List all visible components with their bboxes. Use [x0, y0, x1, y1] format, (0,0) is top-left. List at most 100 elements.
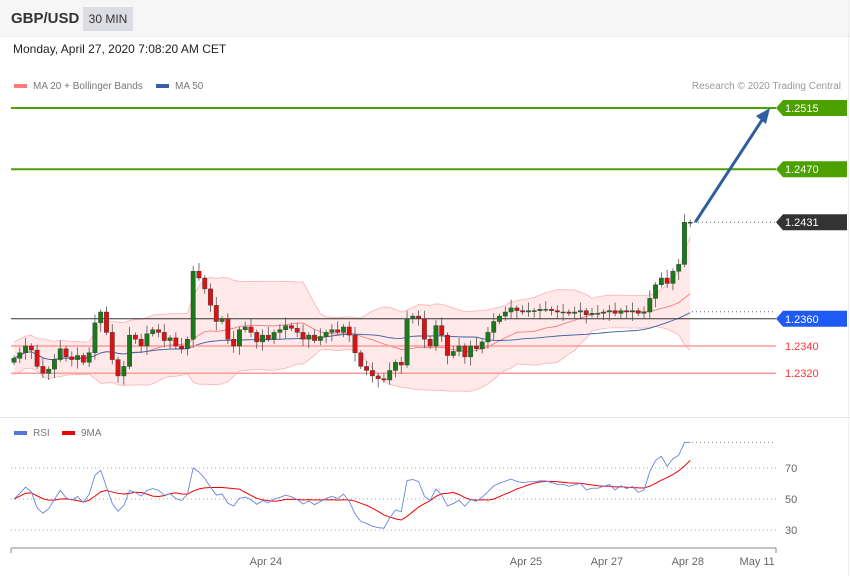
level-label-1.2340: 1.2340 [785, 341, 819, 353]
candle-down [583, 310, 589, 315]
candle-down [208, 288, 213, 306]
level-label-1.2431: 1.2431 [785, 217, 819, 229]
candle-down [34, 349, 40, 367]
candle-up [508, 307, 514, 313]
x-tick-Apr-28: Apr 28 [672, 556, 704, 568]
candle-up [682, 222, 687, 265]
candle-down [202, 277, 208, 290]
candle-down [132, 334, 138, 340]
candle-up [23, 345, 28, 353]
x-tick-Apr-25: Apr 25 [510, 556, 542, 568]
rsi-level-50: 50 [785, 494, 797, 506]
candle-down [173, 337, 179, 347]
candle-up [641, 311, 647, 314]
candle-up [184, 339, 190, 349]
candle-down [369, 370, 375, 377]
candle-down [335, 329, 341, 333]
candle-down [375, 375, 381, 379]
right-border [848, 0, 849, 576]
candle-down [248, 326, 254, 333]
candle-up [57, 348, 63, 360]
candle-up [497, 315, 502, 322]
candle-down [265, 334, 271, 340]
candle-up [410, 315, 416, 319]
candle-down [445, 334, 450, 356]
candle-up [653, 284, 658, 299]
candle-down [225, 318, 231, 340]
candle-down [69, 356, 75, 360]
candle-down [352, 334, 358, 353]
candle-down [358, 352, 364, 367]
x-tick-May-11: May 11 [740, 556, 775, 568]
candle-down [566, 311, 572, 314]
candle-down [231, 339, 237, 347]
candle-up [526, 310, 531, 313]
candle-up [277, 329, 283, 333]
candle-up [433, 325, 439, 347]
candle-up [647, 298, 653, 313]
candle-up [479, 341, 485, 349]
candle-down [514, 307, 520, 311]
candle-up [560, 311, 566, 314]
candle-down [549, 309, 554, 311]
level-label-1.2470: 1.2470 [785, 164, 819, 176]
candle-up [387, 370, 393, 381]
candle-up [670, 271, 676, 284]
candle-down [115, 359, 121, 377]
candle-down [28, 345, 34, 351]
candle-up [237, 329, 242, 347]
candle-up [468, 345, 474, 358]
candle-up [283, 325, 289, 330]
candle-up [75, 355, 80, 360]
candle-up [219, 318, 225, 322]
candle-up [658, 277, 664, 286]
level-label-1.2360: 1.2360 [785, 314, 819, 326]
candle-up [271, 332, 277, 340]
candle-down [80, 355, 86, 363]
candle-down [381, 378, 387, 381]
candle-up [618, 310, 624, 314]
candle-up [260, 334, 265, 343]
candle-up [502, 311, 508, 317]
candle-up [589, 313, 595, 315]
candle-up [167, 337, 173, 341]
candle-up [537, 309, 543, 311]
candle-up [98, 311, 104, 324]
candle-up [393, 362, 398, 371]
candle-up [450, 351, 456, 356]
candle-down [213, 305, 219, 322]
candle-down [300, 332, 306, 340]
candle-up [317, 336, 323, 341]
candle-down [439, 325, 445, 336]
candle-down [398, 362, 404, 366]
x-tick-Apr-24: Apr 24 [250, 556, 282, 568]
candle-up [456, 345, 462, 352]
forecast-arrowhead [756, 108, 770, 124]
candle-up [531, 310, 537, 312]
candle-down [612, 310, 618, 314]
candle-up [17, 352, 23, 359]
candle-up [144, 333, 150, 347]
candle-up [190, 271, 196, 340]
candle-up [572, 311, 578, 314]
candle-up [601, 311, 606, 314]
candle-down [364, 366, 369, 371]
candle-down [63, 348, 69, 358]
candle-up [52, 359, 57, 370]
price-chart: 1.2515 1.2470 1.2431 1.2360 1.2340 1.2320 70 50… [10, 100, 847, 568]
candle-up [329, 329, 335, 333]
level-label-1.2320: 1.2320 [785, 368, 819, 380]
candle-up [323, 332, 329, 337]
candle-up [578, 310, 583, 313]
candle-up [404, 318, 410, 366]
candle-up [86, 352, 92, 363]
candle-down [624, 310, 630, 313]
candle-down [462, 345, 468, 358]
candle-up [543, 309, 549, 311]
candle-down [416, 315, 421, 319]
candle-up [121, 366, 127, 377]
candle-up [595, 313, 601, 315]
candle-down [156, 329, 161, 333]
candle-up [491, 321, 497, 333]
candle-up [676, 264, 682, 272]
